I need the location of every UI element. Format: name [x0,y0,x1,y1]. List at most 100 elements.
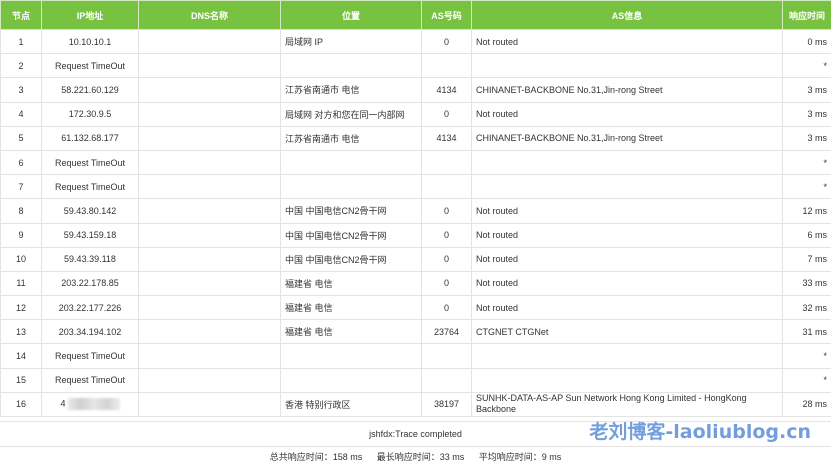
hop-time: * [783,175,831,199]
hop-asn [422,344,472,368]
table-row: 15Request TimeOut* [1,368,831,392]
hop-node: 8 [1,199,42,223]
hop-as-info: Not routed [472,296,783,320]
hop-asn: 38197 [422,392,472,416]
traceroute-table: 节点 IP地址 DNS名称 位置 AS号码 AS信息 响应时间 110.10.1… [0,0,831,417]
table-row: 959.43.159.18中国 中国电信CN2骨干网0Not routed6 m… [1,223,831,247]
hop-location: 中国 中国电信CN2骨干网 [281,223,422,247]
hop-dns [139,368,281,392]
hop-as-info [472,368,783,392]
hop-time: 33 ms [783,271,831,295]
hop-ip: 61.132.68.177 [42,126,139,150]
hop-ip: Request TimeOut [42,150,139,174]
header-node: 节点 [1,1,42,30]
table-row: 13203.34.194.102福建省 电信23764CTGNET CTGNet… [1,320,831,344]
header-time: 响应时间 [783,1,831,30]
hop-dns [139,392,281,416]
table-row: 164香港 特别行政区38197SUNHK-DATA-AS-AP Sun Net… [1,392,831,416]
table-row: 12203.22.177.226福建省 电信0Not routed32 ms [1,296,831,320]
hop-asn: 0 [422,30,472,54]
hop-as-info [472,150,783,174]
hop-node: 6 [1,150,42,174]
hop-location: 福建省 电信 [281,271,422,295]
table-row: 6Request TimeOut * [1,150,831,174]
hop-node: 1 [1,30,42,54]
hop-as-info: Not routed [472,199,783,223]
hop-dns [139,247,281,271]
hop-asn: 4134 [422,126,472,150]
hop-asn: 0 [422,199,472,223]
hop-ip: 59.43.159.18 [42,223,139,247]
hop-dns [139,175,281,199]
masked-ip-blur [68,398,120,410]
hop-time: * [783,150,831,174]
table-row: 14Request TimeOut* [1,344,831,368]
hop-node: 9 [1,223,42,247]
hop-dns [139,271,281,295]
hop-location [281,368,422,392]
hop-as-info: CTGNET CTGNet [472,320,783,344]
hop-ip: 59.43.80.142 [42,199,139,223]
hop-location: 江苏省南通市 电信 [281,126,422,150]
table-row: 11203.22.178.85福建省 电信0Not routed33 ms [1,271,831,295]
hop-asn [422,175,472,199]
hop-as-info: Not routed [472,271,783,295]
hop-dns [139,54,281,78]
hop-node: 13 [1,320,42,344]
hop-location: 香港 特别行政区 [281,392,422,416]
hop-dns [139,320,281,344]
hop-asn [422,368,472,392]
table-header-row: 节点 IP地址 DNS名称 位置 AS号码 AS信息 响应时间 [1,1,831,30]
hop-ip: 58.221.60.129 [42,78,139,102]
hop-location: 中国 中国电信CN2骨干网 [281,247,422,271]
hop-asn: 0 [422,296,472,320]
hop-location [281,344,422,368]
hop-time: 7 ms [783,247,831,271]
hop-as-info: Not routed [472,102,783,126]
hop-time: 0 ms [783,30,831,54]
hop-time: 31 ms [783,320,831,344]
hop-location: 福建省 电信 [281,320,422,344]
hop-ip: Request TimeOut [42,344,139,368]
hop-time: 28 ms [783,392,831,416]
hop-node: 2 [1,54,42,78]
hop-ip: 59.43.39.118 [42,247,139,271]
hop-as-info: CHINANET-BACKBONE No.31,Jin-rong Street [472,78,783,102]
hop-ip: 10.10.10.1 [42,30,139,54]
hop-asn: 0 [422,223,472,247]
hop-dns [139,296,281,320]
hop-time: * [783,344,831,368]
table-row: 110.10.10.1局域网 IP0Not routed0 ms [1,30,831,54]
hop-location [281,150,422,174]
hop-dns [139,344,281,368]
hop-location: 江苏省南通市 电信 [281,78,422,102]
header-asn: AS号码 [422,1,472,30]
hop-ip: 203.22.177.226 [42,296,139,320]
hop-node: 7 [1,175,42,199]
hop-node: 12 [1,296,42,320]
max-response-time: 最长响应时间：33 ms [377,452,465,462]
hop-ip: Request TimeOut [42,54,139,78]
table-row: 358.221.60.129江苏省南通市 电信4134CHINANET-BACK… [1,78,831,102]
hop-time: 3 ms [783,126,831,150]
hop-location: 中国 中国电信CN2骨干网 [281,199,422,223]
hop-time: 32 ms [783,296,831,320]
hop-as-info [472,54,783,78]
hop-as-info [472,344,783,368]
hop-node: 16 [1,392,42,416]
hop-asn [422,54,472,78]
response-summary: 总共响应时间：158 ms 最长响应时间：33 ms 平均响应时间：9 ms [0,446,831,468]
hop-ip: 203.34.194.102 [42,320,139,344]
hop-ip: 4 [42,392,139,416]
hop-location: 局域网 对方和您在同一内部网 [281,102,422,126]
hop-dns [139,30,281,54]
table-row: 7Request TimeOut* [1,175,831,199]
hop-as-info: Not routed [472,247,783,271]
header-dns: DNS名称 [139,1,281,30]
hop-dns [139,223,281,247]
table-row: 561.132.68.177江苏省南通市 电信4134CHINANET-BACK… [1,126,831,150]
hop-node: 10 [1,247,42,271]
hop-ip: 172.30.9.5 [42,102,139,126]
total-response-time: 总共响应时间：158 ms [270,452,363,462]
avg-response-time: 平均响应时间：9 ms [479,452,562,462]
